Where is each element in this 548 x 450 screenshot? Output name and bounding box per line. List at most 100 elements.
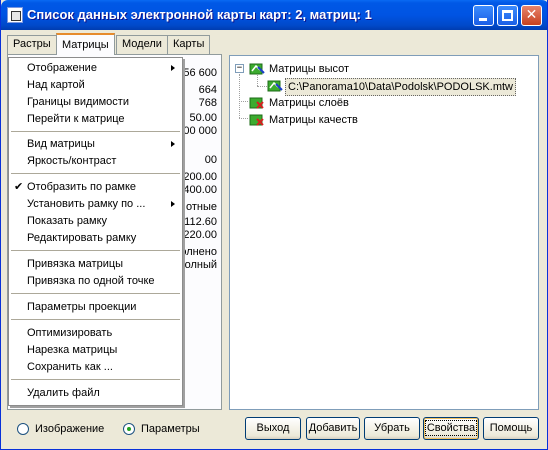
menu-separator	[11, 250, 180, 251]
menu-item-label: Оптимизировать	[27, 327, 113, 339]
tree-connector	[257, 86, 267, 87]
menu-item-matrix-binding[interactable]: Привязка матрицы	[9, 256, 182, 272]
submenu-arrow-icon	[171, 141, 175, 147]
menu-item-go-to-matrix[interactable]: Перейти к матрице	[9, 111, 182, 127]
property-value: 200.00	[183, 171, 217, 183]
radio-parameters-label: Параметры	[141, 423, 200, 435]
matrix-tree[interactable]: − Матрицы высот C:\Panorama10\Data\Podol…	[229, 55, 539, 410]
close-button[interactable]: ✕	[521, 5, 542, 26]
properties-button[interactable]: Свойства	[423, 417, 479, 440]
checkmark-icon: ✔	[14, 180, 24, 193]
menu-item-brightness-contrast[interactable]: Яркость/контраст	[9, 153, 182, 169]
menu-item-save-as[interactable]: Сохранить как ...	[9, 359, 182, 375]
remove-button-label: Убрать	[374, 422, 410, 434]
menu-item-matrix-view[interactable]: Вид матрицы	[9, 136, 182, 152]
menu-item-visibility-bounds[interactable]: Границы видимости	[9, 94, 182, 110]
tree-node-label: Матрицы высот	[269, 63, 350, 75]
menu-item-label: Показать рамку	[27, 215, 108, 227]
menu-separator	[11, 293, 180, 294]
property-value: олнено	[180, 246, 217, 258]
tab-rasters[interactable]: Растры	[7, 35, 57, 54]
menu-item-edit-frame[interactable]: Редактировать рамку	[9, 230, 182, 246]
menu-item-label: Привязка по одной точке	[27, 275, 155, 287]
window-title: Список данных электронной карты карт: 2,…	[27, 7, 372, 22]
minimize-button[interactable]	[473, 5, 494, 26]
tree-connector	[239, 118, 248, 119]
submenu-arrow-icon	[171, 201, 175, 207]
property-value: 00 000	[183, 125, 217, 137]
remove-button[interactable]: Убрать	[364, 417, 420, 440]
tab-models[interactable]: Модели	[116, 35, 168, 54]
radio-image-label: Изображение	[35, 423, 105, 435]
property-value: 00	[204, 154, 217, 166]
tree-node-label: Матрицы слоёв	[269, 97, 349, 109]
matrix-height-icon	[249, 63, 265, 75]
help-button-label: Помощь	[489, 422, 533, 434]
tree-connector	[239, 74, 240, 118]
property-value: 768	[198, 97, 217, 109]
menu-item-label: Установить рамку по ...	[27, 198, 146, 210]
menu-item-label: Сохранить как ...	[27, 361, 113, 373]
dialog-window: Список данных электронной карты карт: 2,…	[0, 0, 548, 450]
radio-parameters-indicator[interactable]	[123, 423, 135, 435]
menu-separator	[11, 379, 180, 380]
property-value: 400.00	[183, 184, 217, 196]
matrix-quality-icon	[249, 114, 264, 126]
add-button[interactable]: Добавить	[306, 417, 360, 440]
property-value: 220.00	[183, 229, 217, 241]
menu-item-single-point-binding[interactable]: Привязка по одной точке	[9, 273, 182, 289]
menu-separator	[11, 173, 180, 174]
menu-item-label: Отобразить по рамке	[27, 181, 136, 193]
exit-button[interactable]: Выход	[245, 417, 301, 440]
title-bar[interactable]: Список данных электронной карты карт: 2,…	[1, 0, 547, 30]
menu-item-display[interactable]: Отображение	[9, 60, 182, 76]
collapse-icon[interactable]: −	[235, 64, 244, 73]
menu-item-optimize[interactable]: Оптимизировать	[9, 325, 182, 341]
menu-item-show-by-frame[interactable]: ✔ Отобразить по рамке	[9, 179, 182, 195]
minimize-icon	[479, 18, 487, 21]
matrix-file-icon	[267, 80, 283, 92]
menu-item-label: Привязка матрицы	[27, 258, 124, 270]
tree-node-label: C:\Panorama10\Data\Podolsk\PODOLSK.mtw	[285, 78, 516, 96]
matrix-layers-icon	[249, 97, 264, 109]
menu-item-label: Границы видимости	[27, 96, 129, 108]
menu-item-set-frame-by[interactable]: Установить рамку по ...	[9, 196, 182, 212]
tree-node-label: Матрицы качеств	[269, 114, 358, 126]
maximize-icon	[502, 10, 513, 21]
submenu-arrow-icon	[171, 65, 175, 71]
menu-separator	[11, 319, 180, 320]
tree-connector	[257, 75, 258, 86]
app-icon	[7, 7, 23, 23]
menu-item-label: Перейти к матрице	[27, 113, 125, 125]
add-button-label: Добавить	[308, 422, 358, 434]
close-icon: ✕	[525, 7, 538, 23]
exit-button-label: Выход	[256, 422, 290, 434]
menu-item-label: Нарезка матрицы	[27, 344, 118, 356]
menu-item-label: Яркость/контраст	[27, 155, 117, 167]
menu-item-label: Редактировать рамку	[27, 232, 137, 244]
menu-item-above-map[interactable]: Над картой	[9, 77, 182, 93]
property-value: 664	[198, 84, 217, 96]
tab-maps[interactable]: Карты	[167, 35, 211, 54]
property-value: отные	[185, 201, 217, 213]
tree-connector	[239, 101, 248, 102]
property-value: 112.60	[184, 216, 217, 228]
property-value: 50.00	[189, 112, 217, 124]
menu-item-projection-params[interactable]: Параметры проекции	[9, 299, 182, 315]
radio-image-indicator[interactable]	[17, 423, 29, 435]
properties-button-label: Свойства	[424, 420, 478, 436]
menu-separator	[11, 131, 180, 132]
menu-item-label: Параметры проекции	[27, 301, 137, 313]
tab-matrices[interactable]: Матрицы	[56, 33, 115, 55]
menu-item-show-frame[interactable]: Показать рамку	[9, 213, 182, 229]
menu-item-label: Отображение	[27, 62, 97, 74]
maximize-button[interactable]	[497, 5, 518, 26]
menu-item-slice-matrix[interactable]: Нарезка матрицы	[9, 342, 182, 358]
help-button[interactable]: Помощь	[483, 417, 539, 440]
menu-item-delete-file[interactable]: Удалить файл	[9, 385, 182, 401]
menu-item-label: Удалить файл	[27, 387, 100, 399]
menu-item-label: Над картой	[27, 79, 85, 91]
menu-item-label: Вид матрицы	[27, 138, 95, 150]
context-menu: Отображение Над картой Границы видимости…	[8, 57, 183, 406]
property-value: 56 600	[183, 67, 217, 79]
